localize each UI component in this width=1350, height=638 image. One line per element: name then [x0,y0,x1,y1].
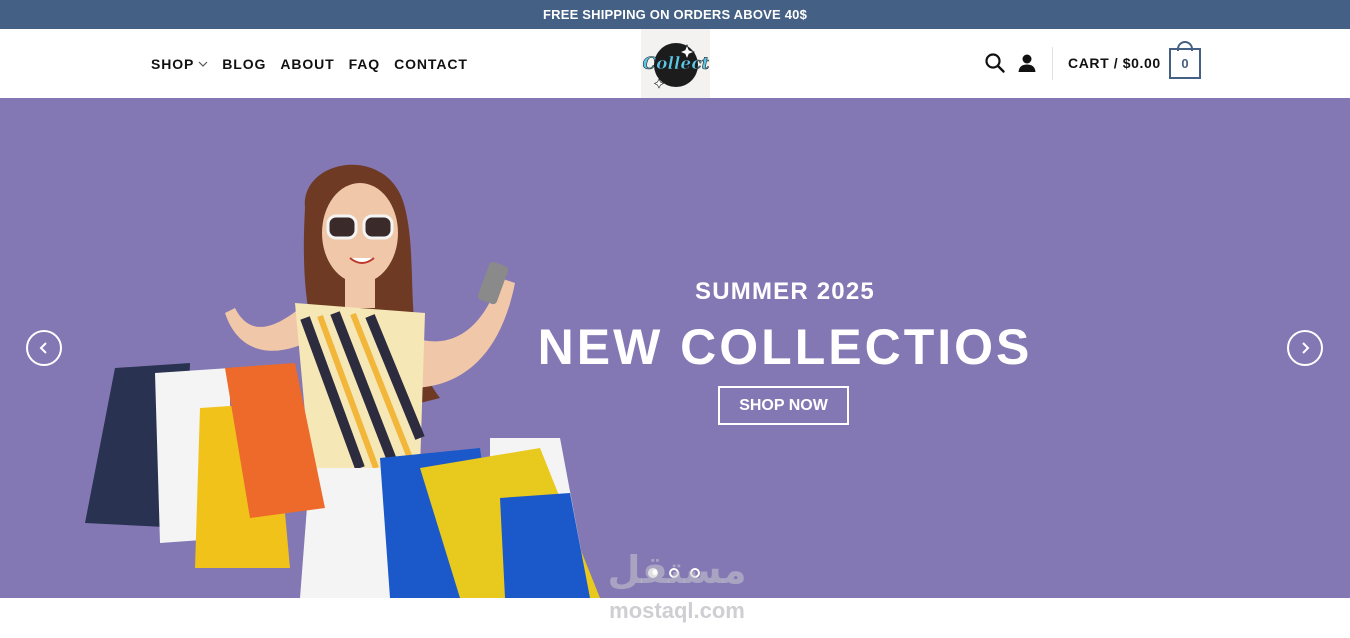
user-icon[interactable] [1016,52,1038,74]
chevron-down-icon [198,61,208,67]
nav-item-label: CONTACT [394,55,468,72]
watermark-latin: mostaql.com [609,598,745,623]
hero-slider: SUMMER 2025 NEW COLLECTIOS SHOP NOW [0,98,1350,598]
nav-item-faq[interactable]: FAQ [349,56,380,72]
nav-item-label: SHOP [151,55,195,72]
hero-title: NEW COLLECTIOS [537,319,1033,375]
site-header: SHOP BLOG ABOUT FAQ CONTACT Collect CART… [0,29,1350,98]
header-divider [1052,47,1053,80]
shop-now-label: SHOP NOW [739,396,828,414]
cart-count-badge[interactable]: 0 [1169,48,1201,79]
cart-link[interactable]: CART / $0.00 [1068,55,1161,71]
nav-item-label: FAQ [348,55,381,72]
watermark-arabic: مستقل [607,548,747,592]
announcement-text: FREE SHIPPING ON ORDERS ABOVE 40$ [542,7,807,22]
slider-prev-button[interactable] [26,330,62,366]
logo-mark: Collect [643,42,709,89]
nav-item-label: BLOG [222,55,267,72]
nav-item-blog[interactable]: BLOG [222,56,266,72]
nav-item-label: ABOUT [280,55,335,72]
search-icon[interactable] [984,52,1006,74]
hero-subtitle: SUMMER 2025 [695,278,875,305]
nav-item-contact[interactable]: CONTACT [394,56,468,72]
chevron-left-icon [39,342,47,354]
logo-text: Collect [643,54,709,74]
slider-next-button[interactable] [1287,330,1323,366]
nav-item-shop[interactable]: SHOP [151,56,208,72]
site-logo[interactable]: Collect [641,29,710,98]
main-nav: SHOP BLOG ABOUT FAQ CONTACT [151,29,482,98]
shop-now-button[interactable]: SHOP NOW [718,386,849,425]
chevron-right-icon [1302,342,1310,354]
announcement-bar: FREE SHIPPING ON ORDERS ABOVE 40$ [0,0,1350,29]
cart-count: 0 [1181,56,1189,71]
nav-item-about[interactable]: ABOUT [280,56,334,72]
